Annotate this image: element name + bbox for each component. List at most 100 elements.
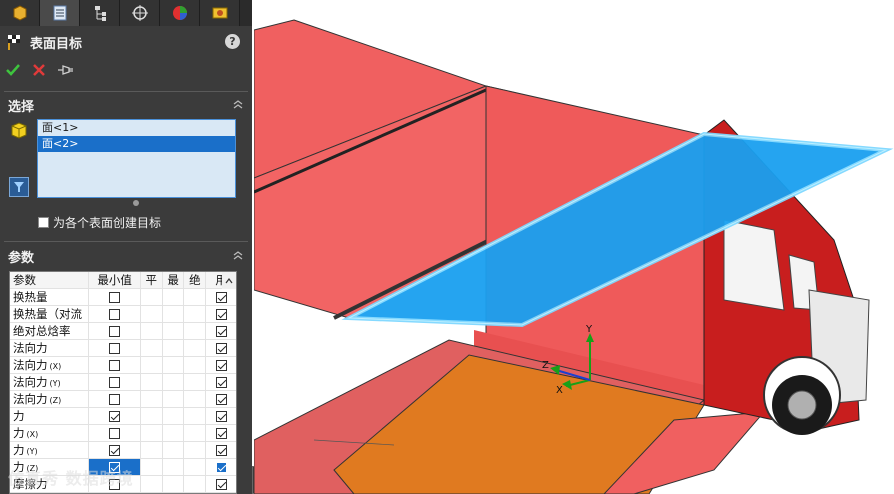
use-checkbox[interactable] xyxy=(215,427,227,439)
max-cell xyxy=(163,340,185,356)
cancel-button[interactable] xyxy=(30,61,48,79)
pushpin-icon xyxy=(58,65,73,75)
bulk-cell xyxy=(184,289,207,305)
help-icon[interactable]: ? xyxy=(225,34,240,49)
selection-item-face-1[interactable]: 面<1> xyxy=(38,120,235,136)
table-row[interactable]: 换热量 xyxy=(10,289,236,306)
property-manager-tab[interactable] xyxy=(40,0,80,26)
use-checkbox[interactable] xyxy=(215,291,227,303)
min-cell xyxy=(89,442,141,458)
column-header-bulk[interactable]: 绝 xyxy=(184,272,207,288)
min-checkbox[interactable] xyxy=(109,427,121,439)
pin-button[interactable] xyxy=(56,61,74,79)
dimxpert-tab[interactable] xyxy=(120,0,160,26)
min-checkbox[interactable] xyxy=(109,410,121,422)
flow-simulation-tab[interactable] xyxy=(200,0,240,26)
use-checkbox[interactable] xyxy=(215,461,227,473)
use-checkbox[interactable] xyxy=(215,393,227,405)
use-checkbox[interactable] xyxy=(215,325,227,337)
use-checkbox[interactable] xyxy=(215,478,227,490)
feature-manager-tab[interactable] xyxy=(0,0,40,26)
parameter-name: 力 xyxy=(10,408,90,424)
min-checkbox[interactable] xyxy=(109,308,121,320)
configuration-manager-tab[interactable] xyxy=(80,0,120,26)
use-cell xyxy=(206,425,236,441)
use-cell xyxy=(206,391,236,407)
use-checkbox[interactable] xyxy=(215,376,227,388)
use-checkbox[interactable] xyxy=(215,308,227,320)
min-checkbox[interactable] xyxy=(109,325,121,337)
min-checkbox[interactable] xyxy=(109,291,121,303)
min-checkbox[interactable] xyxy=(109,359,121,371)
table-row[interactable]: 力 (X) xyxy=(10,425,236,442)
parameters-group-header[interactable]: 参数 xyxy=(0,245,252,267)
create-target-per-face-option[interactable]: 为各个表面创建目标 xyxy=(38,214,161,231)
ok-button[interactable] xyxy=(4,61,22,79)
selection-listbox[interactable]: 面<1> 面<2> xyxy=(37,119,236,198)
parameter-axis-suffix: (Y) xyxy=(26,447,38,456)
bulk-cell xyxy=(184,306,207,322)
parameter-name-text: 力 xyxy=(13,426,25,440)
parameters-heading: 参数 xyxy=(8,250,35,266)
parameter-name: 法向力 (X) xyxy=(10,357,90,373)
table-row[interactable]: 力 xyxy=(10,408,236,425)
min-checkbox[interactable] xyxy=(109,393,121,405)
use-checkbox[interactable] xyxy=(215,444,227,456)
use-checkbox[interactable] xyxy=(215,410,227,422)
bulk-cell xyxy=(184,323,207,339)
display-manager-tab[interactable] xyxy=(160,0,200,26)
checkmark-icon xyxy=(6,64,20,76)
min-cell xyxy=(89,289,141,305)
collapse-chevron-icon[interactable] xyxy=(232,250,244,262)
use-checkbox[interactable] xyxy=(215,359,227,371)
table-row[interactable]: 绝对总焓率 xyxy=(10,323,236,340)
parameter-name-text: 法向力 xyxy=(13,375,48,389)
create-target-checkbox[interactable] xyxy=(38,217,49,228)
column-header-min[interactable]: 最小值 xyxy=(89,272,141,288)
wheel-hub xyxy=(787,390,817,420)
min-checkbox[interactable] xyxy=(109,376,121,388)
min-cell xyxy=(89,408,141,424)
avg-cell xyxy=(141,323,163,339)
max-cell xyxy=(163,442,185,458)
selection-item-face-2[interactable]: 面<2> xyxy=(38,136,235,152)
table-row[interactable]: 法向力 (Z) xyxy=(10,391,236,408)
avg-cell xyxy=(141,340,163,356)
max-cell xyxy=(163,357,185,373)
max-cell xyxy=(163,289,185,305)
min-checkbox[interactable] xyxy=(109,444,121,456)
listbox-resize-handle[interactable] xyxy=(133,200,139,206)
collapse-chevron-icon[interactable] xyxy=(232,99,244,111)
bulk-cell xyxy=(184,408,207,424)
column-header-avg[interactable]: 平 xyxy=(141,272,163,288)
table-row[interactable]: 法向力 xyxy=(10,340,236,357)
selection-group-header[interactable]: 选择 xyxy=(0,94,252,116)
configuration-manager-icon xyxy=(94,6,106,21)
avg-cell xyxy=(141,442,163,458)
table-row[interactable]: 法向力 (X) xyxy=(10,357,236,374)
graphics-viewport[interactable]: Y X Z xyxy=(254,0,894,494)
action-buttons xyxy=(4,60,74,80)
truck-3d-model[interactable]: Y X Z xyxy=(254,0,894,494)
parameters-table: 参数 最小值 平 最 绝 用 换热量换热量（对流绝对总焓率法向力法向力(X)法向… xyxy=(9,271,237,494)
table-row[interactable]: 换热量（对流 xyxy=(10,306,236,323)
min-cell xyxy=(89,425,141,441)
table-row[interactable]: 力 (Y) xyxy=(10,442,236,459)
triad-x-label: X xyxy=(556,385,563,396)
chevron-up-icon xyxy=(225,277,233,283)
bulk-cell xyxy=(184,340,207,356)
avg-cell xyxy=(141,476,163,492)
bulk-cell xyxy=(184,357,207,373)
min-cell xyxy=(89,340,141,356)
scroll-up-button[interactable] xyxy=(222,272,236,289)
max-cell xyxy=(163,391,185,407)
use-cell xyxy=(206,323,236,339)
min-checkbox[interactable] xyxy=(109,342,121,354)
parameter-name: 换热量 xyxy=(10,289,90,305)
table-row[interactable]: 法向力 (Y) xyxy=(10,374,236,391)
min-cell xyxy=(89,374,141,390)
selection-filter-button[interactable] xyxy=(9,177,29,197)
column-header-max[interactable]: 最 xyxy=(163,272,185,288)
use-checkbox[interactable] xyxy=(215,342,227,354)
max-cell xyxy=(163,306,185,322)
